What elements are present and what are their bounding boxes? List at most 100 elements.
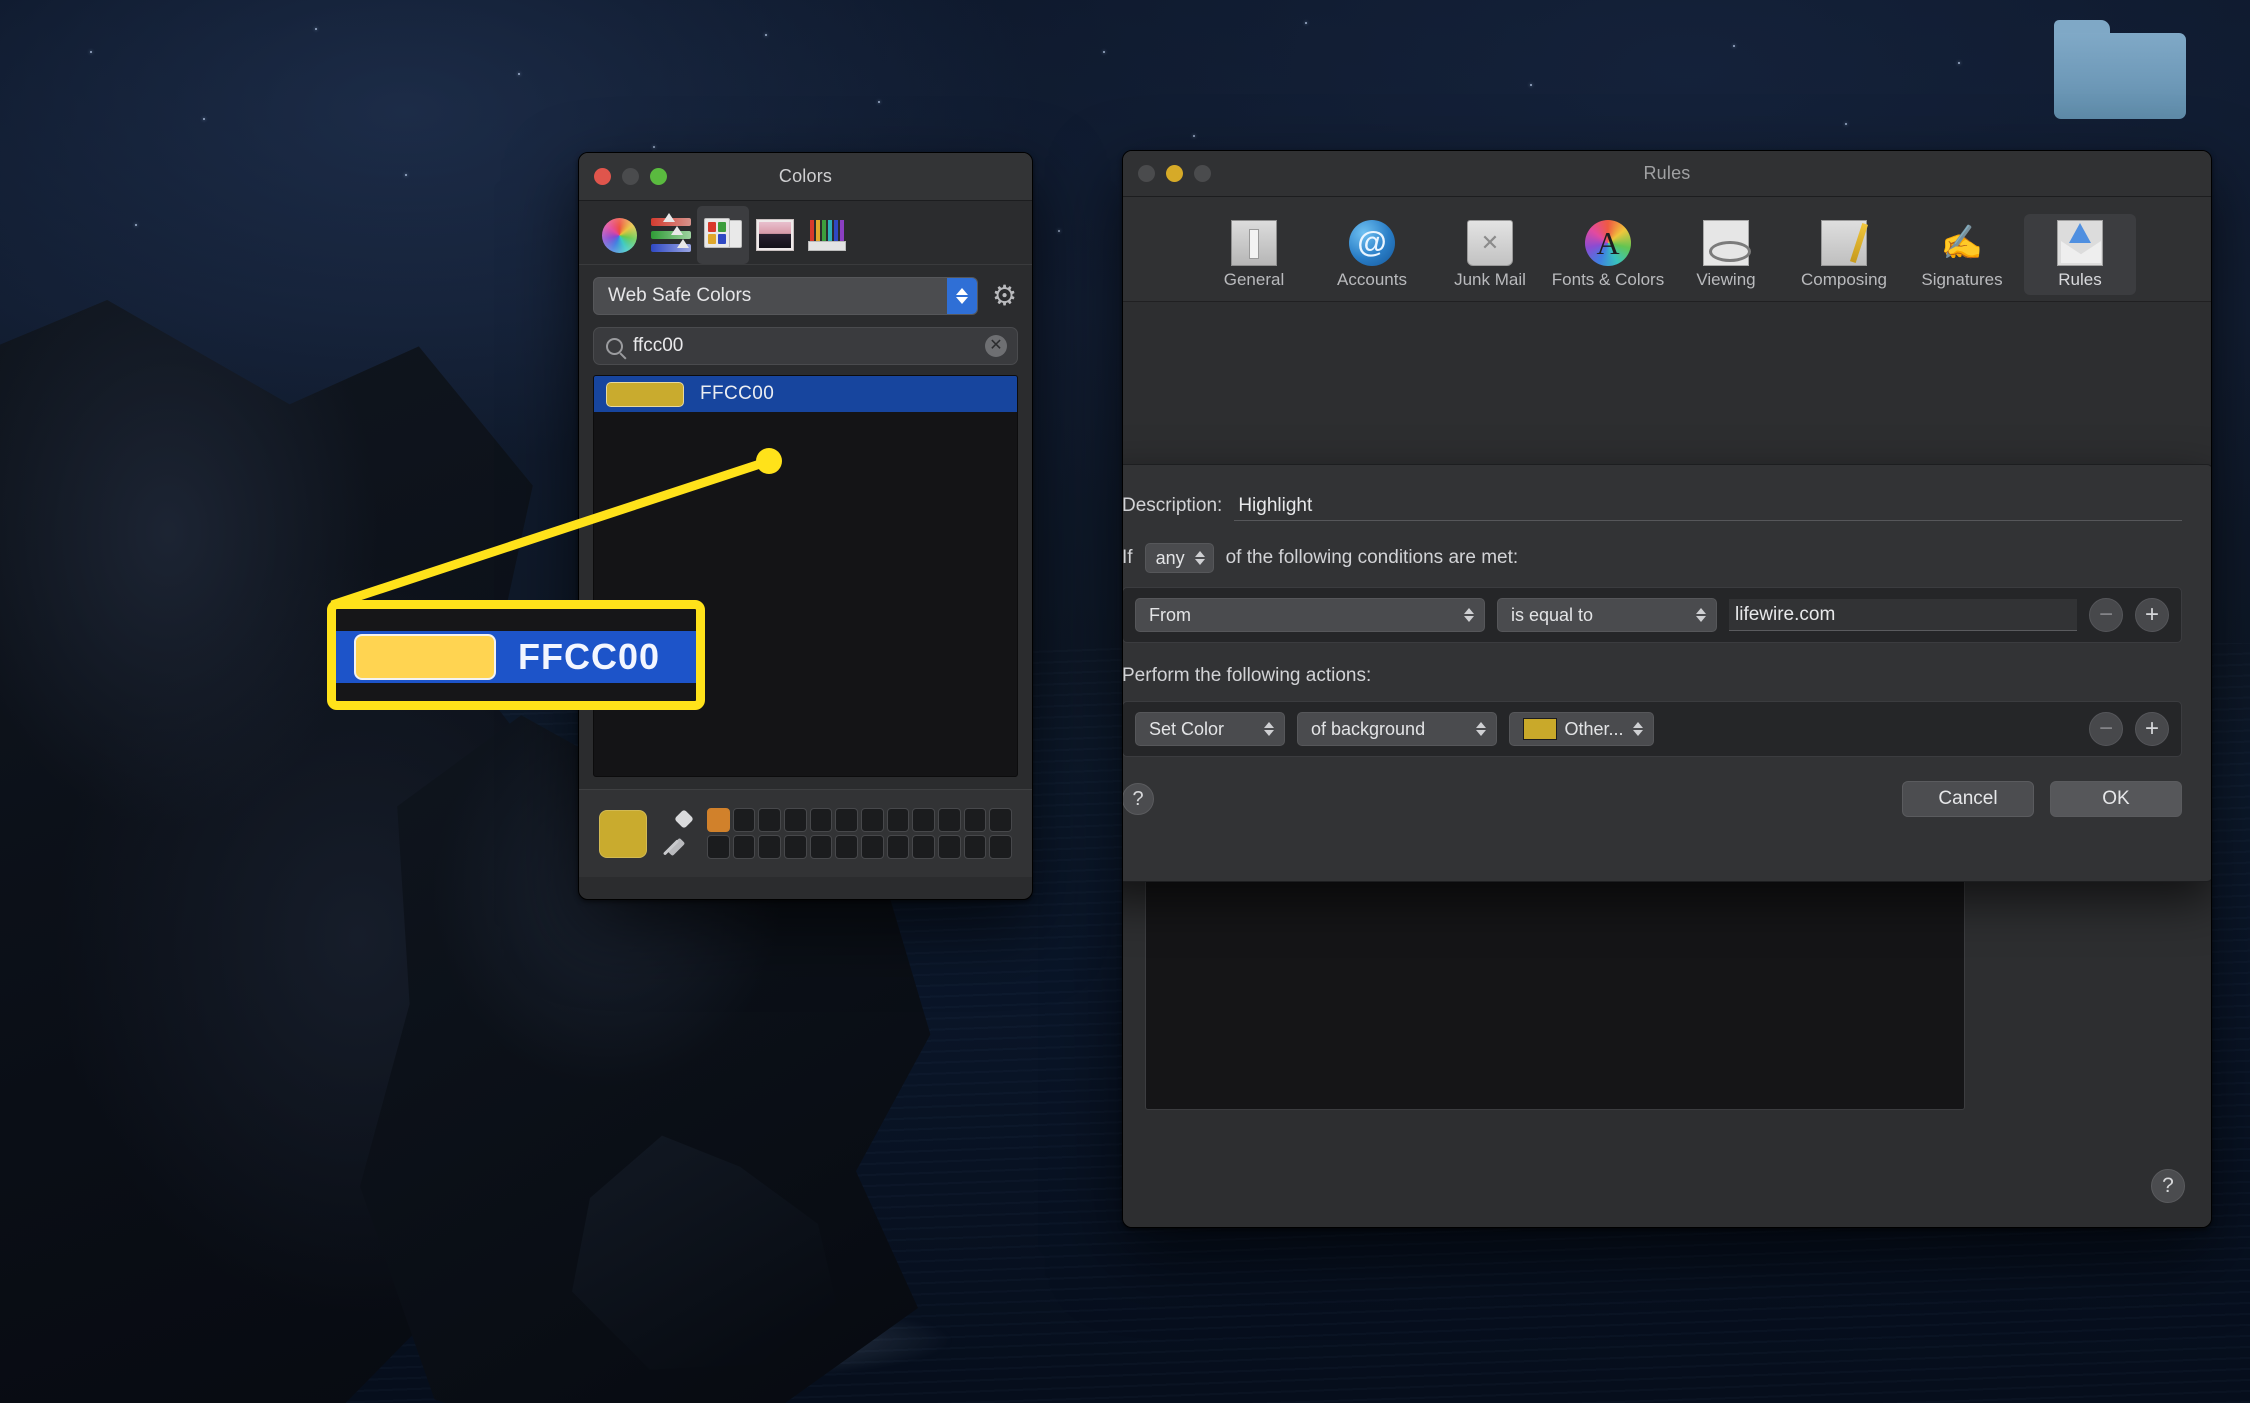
saved-swatch[interactable]	[860, 808, 884, 832]
saved-swatch[interactable]	[707, 808, 730, 832]
color-palettes-icon	[704, 218, 742, 252]
accounts-icon: @	[1349, 220, 1395, 266]
saved-swatch[interactable]	[809, 835, 833, 859]
tab-rules-label: Rules	[2058, 270, 2102, 289]
rules-titlebar[interactable]: Rules	[1123, 151, 2211, 197]
close-button[interactable]	[594, 168, 611, 185]
mail-preferences-window[interactable]: Rules General @ Accounts Junk Mail Fonts…	[1122, 150, 2212, 1228]
folder-icon[interactable]	[2050, 14, 2190, 124]
action-type-select[interactable]: Set Color	[1135, 712, 1285, 746]
saved-swatch[interactable]	[809, 808, 833, 832]
zoom-button[interactable]	[1194, 165, 1211, 182]
rules-window-title: Rules	[1643, 163, 1691, 183]
tab-signatures[interactable]: Signatures	[1906, 214, 2018, 295]
minimize-button[interactable]	[622, 168, 639, 185]
color-list-item[interactable]: FFCC00	[594, 376, 1017, 412]
colors-titlebar[interactable]: Colors	[579, 153, 1032, 201]
current-color-swatch[interactable]	[599, 809, 647, 858]
general-icon	[1231, 220, 1277, 266]
saved-swatch[interactable]	[912, 808, 935, 832]
saved-swatch[interactable]	[937, 835, 961, 859]
saved-swatch[interactable]	[937, 808, 961, 832]
condition-field-select[interactable]: From	[1135, 598, 1485, 632]
saved-swatch[interactable]	[758, 808, 781, 832]
saved-swatch[interactable]	[860, 835, 884, 859]
rule-edit-sheet: Description: If any of the following con…	[1122, 464, 2211, 882]
remove-condition-button[interactable]: −	[2089, 598, 2123, 632]
match-type-value: any	[1155, 547, 1185, 568]
saved-swatch[interactable]	[963, 808, 987, 832]
color-results-list[interactable]: FFCC00	[593, 375, 1018, 777]
clear-icon[interactable]: ✕	[985, 335, 1007, 357]
chevron-updown-icon	[1696, 608, 1706, 622]
junk-mail-icon	[1467, 220, 1513, 266]
search-input[interactable]	[633, 335, 975, 357]
cancel-button[interactable]: Cancel	[1902, 781, 2034, 817]
tab-composing[interactable]: Composing	[1788, 214, 1900, 295]
palette-select-stepper[interactable]	[947, 278, 977, 314]
ok-button[interactable]: OK	[2050, 781, 2182, 817]
tab-color-sliders[interactable]	[645, 206, 697, 264]
sheet-footer: ? Cancel OK	[1123, 781, 2182, 817]
actions-label: Perform the following actions:	[1122, 665, 1372, 686]
tab-accounts[interactable]: @ Accounts	[1316, 214, 1428, 295]
tab-color-wheel[interactable]	[593, 206, 645, 264]
saved-swatch[interactable]	[886, 835, 910, 859]
saved-swatch[interactable]	[989, 835, 1012, 859]
tab-fonts-colors[interactable]: Fonts & Colors	[1552, 214, 1664, 295]
palette-row: Web Safe Colors	[593, 277, 1018, 315]
saved-swatch-grid[interactable]	[707, 808, 1012, 859]
saved-swatch[interactable]	[732, 835, 756, 859]
color-name-label: FFCC00	[700, 383, 775, 404]
saved-swatch[interactable]	[835, 808, 858, 832]
palette-select-value: Web Safe Colors	[608, 285, 752, 306]
tab-junk-mail[interactable]: Junk Mail	[1434, 214, 1546, 295]
close-button[interactable]	[1138, 165, 1155, 182]
palette-select[interactable]: Web Safe Colors	[593, 277, 978, 315]
condition-operator-select[interactable]: is equal to	[1497, 598, 1717, 632]
help-button[interactable]: ?	[2151, 1169, 2185, 1203]
colors-window[interactable]: Colors Web Safe Colors ⚙ ffcc00 ✕ FFCC00	[578, 152, 1033, 900]
fonts-colors-icon	[1585, 220, 1631, 266]
viewing-icon	[1703, 220, 1751, 266]
action-color-select[interactable]: Other...	[1509, 712, 1654, 746]
saved-swatch[interactable]	[783, 835, 807, 859]
conditions-label: of the following conditions are met:	[1225, 547, 1519, 568]
add-action-button[interactable]: +	[2135, 712, 2169, 746]
action-color-swatch	[1523, 718, 1557, 740]
chevron-updown-icon	[1264, 722, 1274, 736]
action-target-select[interactable]: of background	[1297, 712, 1497, 746]
colors-body: Web Safe Colors ✕ FFCC00	[579, 265, 1032, 877]
signatures-icon	[1939, 220, 1985, 266]
saved-swatch[interactable]	[886, 808, 910, 832]
saved-swatch[interactable]	[758, 835, 781, 859]
saved-swatch[interactable]	[989, 808, 1012, 832]
gear-icon[interactable]	[992, 283, 1018, 309]
sheet-help-button[interactable]: ?	[1123, 783, 1154, 815]
zoom-button[interactable]	[650, 168, 667, 185]
chevron-updown-icon	[1633, 722, 1643, 736]
description-field[interactable]	[1234, 491, 2182, 521]
saved-swatch[interactable]	[707, 835, 730, 859]
tab-rules[interactable]: Rules	[2024, 214, 2136, 295]
tab-composing-label: Composing	[1801, 270, 1887, 289]
saved-swatch[interactable]	[835, 835, 858, 859]
tab-viewing[interactable]: Viewing	[1670, 214, 1782, 295]
tab-fonts-colors-label: Fonts & Colors	[1551, 270, 1665, 289]
tab-general[interactable]: General	[1198, 214, 1310, 295]
saved-swatch[interactable]	[963, 835, 987, 859]
condition-value-field[interactable]	[1729, 599, 2077, 631]
minimize-button[interactable]	[1166, 165, 1183, 182]
add-condition-button[interactable]: +	[2135, 598, 2169, 632]
color-search-field[interactable]: ✕	[593, 327, 1018, 365]
chevron-updown-icon	[1476, 722, 1486, 736]
eyedropper-icon[interactable]	[661, 808, 694, 858]
saved-swatch[interactable]	[912, 835, 935, 859]
saved-swatch[interactable]	[732, 808, 756, 832]
tab-pencils[interactable]	[801, 206, 853, 264]
remove-action-button[interactable]: −	[2089, 712, 2123, 746]
saved-swatch[interactable]	[783, 808, 807, 832]
tab-image-palettes[interactable]	[749, 206, 801, 264]
match-type-select[interactable]: any	[1144, 543, 1214, 573]
tab-color-palettes[interactable]	[697, 206, 749, 264]
